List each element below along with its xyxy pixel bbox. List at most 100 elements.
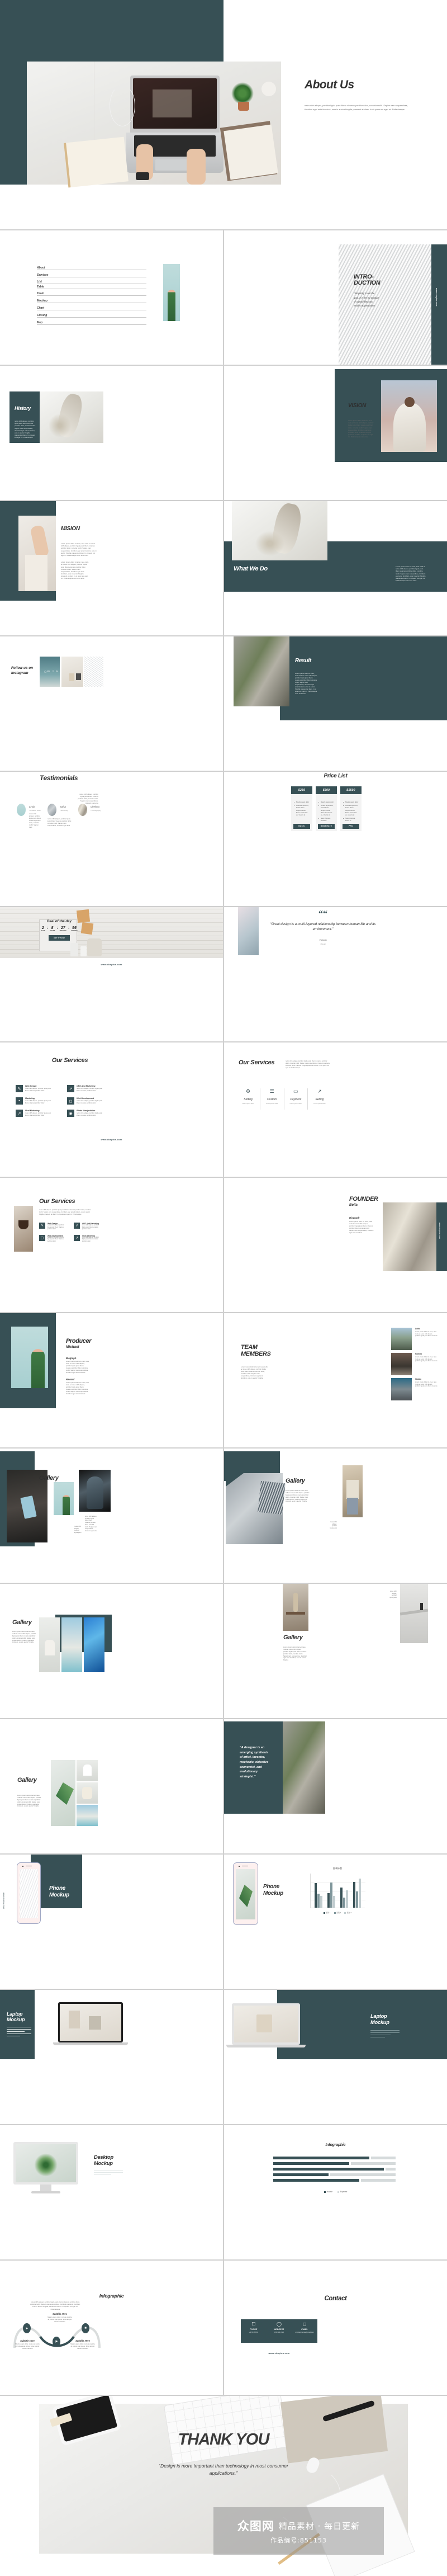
quote-author: Victoria <box>319 938 327 942</box>
price-amount: $500 <box>316 786 337 794</box>
price-feature: Nunc rhoncus luctus in <box>318 817 334 822</box>
laptop-device <box>53 2002 128 2047</box>
service-icon-label: Payment <box>290 1098 302 1101</box>
toc-item[interactable]: Closing <box>37 310 146 318</box>
service-icon-item[interactable]: ☰ Custom Lorem ipsum dolor <box>260 1088 284 1110</box>
price-card: $250 Mauris quam dolor cursus at porta e… <box>291 786 312 831</box>
bar-row <box>273 2157 396 2159</box>
deal-countdown-value: 27 <box>60 926 65 931</box>
service-item[interactable]: ↗ Viral Marketing netus nibh aliquet, po… <box>74 1234 101 1243</box>
service-item[interactable]: ↗ Viral Marketing netus nibh aliquet, po… <box>16 1110 54 1117</box>
service-item[interactable]: ▪ Marketing netus nibh aliquet, porttito… <box>16 1097 54 1105</box>
founder-photo <box>383 1202 436 1271</box>
toc-item[interactable]: Services <box>37 270 146 277</box>
contact-value: 1500 Jelly Fish <box>274 2332 284 2333</box>
contact-item[interactable]: ◻ EMAIL angelacorporate@gmail.com <box>292 2319 317 2343</box>
avatar <box>17 804 26 816</box>
service-item[interactable]: ◉ Photo Manipulation netus nibh aliquet,… <box>67 1110 105 1117</box>
history-panel: History netus nibh aliquet, porttitor li… <box>9 391 40 443</box>
instagram-comments: 89 <box>56 670 58 672</box>
contact-item[interactable]: ◯ ADDRESS 1500 Jelly Fish <box>267 2319 292 2343</box>
gear-icon: ⚙ <box>246 1088 251 1094</box>
service-icon-sub: Lorem ipsum dolor <box>242 1103 254 1105</box>
founder-name: Bella <box>349 1203 358 1207</box>
service-text: netus nibh aliquet, porttitor ligula jus… <box>47 1237 64 1242</box>
toc-item[interactable]: About <box>37 263 146 270</box>
slide-laptop-mockup-2: Laptop Mockup <box>224 1990 447 2124</box>
service-item[interactable]: ◻ Web Development netus nibh aliquet, po… <box>67 1097 105 1110</box>
contact-item[interactable]: ☐ PHONE +88 01388541 <box>241 2319 267 2343</box>
service-text: netus nibh aliquet, porttitor ligula jus… <box>77 1112 103 1116</box>
service-item[interactable]: ↗ CEO And Marketing netus nibh aliquet, … <box>67 1085 105 1092</box>
mision-text-block: MISION Lorem ipsum dolor sit amet, taua … <box>61 526 103 581</box>
deal-colon: : <box>46 926 48 931</box>
service-icon-item[interactable]: ⚙ Setting Lorem ipsum dolor <box>236 1088 260 1110</box>
service-name: Marketing <box>25 1097 35 1100</box>
phone-side-site: www.chayton.com <box>3 1893 5 1909</box>
gallery-title: Gallery <box>39 1475 59 1482</box>
toc-label: Chart <box>37 306 45 310</box>
toc-label: Closing <box>37 314 47 317</box>
producer-photo <box>11 1327 48 1388</box>
laptop-device <box>226 2003 306 2049</box>
service-item[interactable]: ↗ CEO And Marketing netus nibh aliquet, … <box>74 1223 101 1231</box>
slide-quote-victoria: ““ “Great design is a multi-layered rela… <box>224 907 447 1041</box>
quote-mark-icon: ““ <box>318 909 327 919</box>
quote-text: “Great design is a multi-layered relatio… <box>270 922 376 931</box>
price-button[interactable]: MODERATE <box>318 823 335 829</box>
laptop-text-lines <box>370 2030 400 2038</box>
price-button[interactable]: BASIC <box>293 823 310 829</box>
gallery-photo-bottle <box>283 1584 308 1631</box>
cover-teal-block <box>0 0 224 62</box>
desktop-mockup-title: Desktop Mockup <box>94 2154 113 2166</box>
service-text: netus nibh aliquet, porttitor ligula jus… <box>25 1088 51 1092</box>
deal-card: Deal of the day 2 DAYS : 8 HOURS : 27 MI… <box>40 919 78 941</box>
service-text: netus nibh aliquet, porttitor ligula jus… <box>77 1088 103 1092</box>
toc-item[interactable]: Team <box>37 289 146 296</box>
history-body: netus nibh aliquet, porttitor ligula jus… <box>15 421 36 439</box>
slide-our-services-icons: Our Services netus nibh aliquet, porttit… <box>224 1042 447 1177</box>
gallery-photo-woman <box>343 1465 363 1517</box>
service-item[interactable]: ◻ Web Development netus nibh aliquet, po… <box>39 1234 66 1243</box>
trend-icon: ↗ <box>16 1110 23 1117</box>
toc-label: About <box>37 266 45 270</box>
contact-label: ADDRESS <box>274 2328 284 2330</box>
deal-countdown-unit: 8 HOURS <box>50 926 55 932</box>
laptop-teal-block <box>277 1990 447 2059</box>
deal-countdown-value: 8 <box>51 926 54 931</box>
toc-item[interactable]: Mockup <box>37 296 146 303</box>
producer-body-1: Lorem ipsum dolor sit amet, taua nulla a… <box>66 1361 89 1374</box>
services-icon-row: ⚙ Setting Lorem ipsum dolor ☰ Custom Lor… <box>236 1088 331 1110</box>
deal-cta-button[interactable]: GET IT NOW <box>49 935 70 941</box>
history-title: History <box>15 405 31 411</box>
chart-line-icon: ↗ <box>67 1085 74 1092</box>
mision-body-2: Lorem ipsum dolor sit amet, taua nulla a… <box>61 562 89 580</box>
toc-item[interactable]: Table <box>37 284 146 289</box>
price-button[interactable]: PRO <box>343 823 359 829</box>
toc-item[interactable]: List <box>37 277 146 284</box>
service-icon-item[interactable]: ▭ Payment Lorem ipsum dolor <box>284 1088 307 1110</box>
toc-label: Mockup <box>37 299 47 303</box>
service-text: netus nibh aliquet, porttitor ligula jus… <box>77 1100 103 1104</box>
service-icon-item[interactable]: ↗ Selling Lorem ipsum dolor <box>308 1088 331 1110</box>
service-item[interactable]: ✎ Web Design netus nibh aliquet, porttit… <box>16 1085 54 1092</box>
team-member: Natalia Lorem ipsum dolor sit amet, taua… <box>391 1378 447 1400</box>
team-members-list: Lolita Lorem ipsum dolor sit amet, taua … <box>391 1328 447 1400</box>
toc-item[interactable]: Chart <box>37 303 146 310</box>
desktop-text-lines <box>94 2170 123 2176</box>
avatar <box>391 1353 412 1375</box>
thankyou-quote: “Design is more important than technolog… <box>159 2463 288 2476</box>
toc-item[interactable]: Map <box>37 318 146 325</box>
trend-icon: ↗ <box>317 1088 322 1094</box>
service-item[interactable]: ✎ Web Design netus nibh aliquet, porttit… <box>39 1223 66 1231</box>
price-feature: cursus at porta et, luctus Nunc tempor l… <box>343 804 359 816</box>
cover-photo <box>27 62 281 188</box>
instagram-likes: 655 <box>47 670 50 672</box>
testimonials-title: Testimonials <box>40 774 78 782</box>
node-title: Subtitle Here <box>75 2339 90 2342</box>
producer-text-block: Producer Michael Biograph Lorem ipsum do… <box>66 1338 105 1395</box>
mision-photo <box>18 516 56 591</box>
slide-team-members: TEAM MEMBERS Lorem ipsum dolor sit amet,… <box>224 1313 447 1447</box>
intro-text-block: INTRO-DUCTION “Simplicity is not the goa… <box>354 273 381 308</box>
legend-label: Income <box>326 2191 333 2193</box>
